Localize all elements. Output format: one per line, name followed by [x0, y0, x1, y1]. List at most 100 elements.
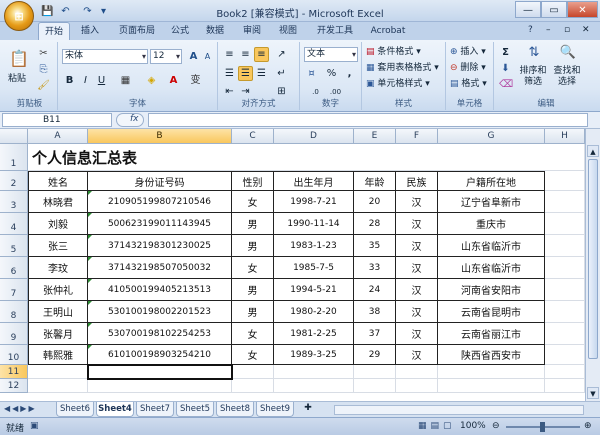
conditional-format-button[interactable]: ▤ 条件格式 ▾ — [366, 45, 421, 60]
align-bottom-icon[interactable]: ≡ — [254, 47, 269, 62]
minimize-button[interactable]: — — [515, 1, 541, 18]
table-cell[interactable]: 28 — [354, 213, 396, 235]
formula-input[interactable] — [148, 113, 588, 127]
cell[interactable] — [438, 365, 545, 379]
percent-button[interactable]: % — [324, 66, 339, 81]
table-cell[interactable]: 33 — [354, 257, 396, 279]
insert-function-icon[interactable]: fx — [130, 114, 139, 124]
column-header-f[interactable]: F — [396, 129, 438, 144]
row-header-10[interactable]: 10 — [0, 345, 28, 365]
row-header-9[interactable]: 9 — [0, 323, 28, 345]
currency-icon[interactable]: ¤ — [304, 66, 319, 81]
workbook-close-button[interactable]: ✕ — [582, 25, 590, 35]
table-cell[interactable]: 1985-7-5 — [274, 257, 354, 279]
view-buttons-icon[interactable]: ▦▤▢ — [418, 421, 456, 431]
sheet-nav-icon[interactable]: ◀◀▶▶ — [4, 404, 37, 413]
cell[interactable] — [545, 379, 585, 393]
row-header-3[interactable]: 3 — [0, 191, 28, 213]
office-button[interactable]: ⊞ — [4, 1, 34, 31]
font-name-combo[interactable]: 宋体 — [62, 49, 148, 64]
table-cell[interactable]: 山东省临沂市 — [438, 235, 545, 257]
row-header-11[interactable]: 11 — [0, 365, 28, 379]
table-header-cell[interactable]: 年龄 — [354, 171, 396, 191]
column-header-d[interactable]: D — [274, 129, 354, 144]
table-cell[interactable]: 李玟 — [28, 257, 88, 279]
table-cell[interactable]: 500623199011143945 — [88, 213, 232, 235]
scroll-down-icon[interactable]: ▼ — [587, 387, 599, 399]
table-cell[interactable]: 女 — [232, 257, 274, 279]
row-header-2[interactable]: 2 — [0, 171, 28, 191]
phonetic-icon[interactable]: 变 — [188, 73, 203, 88]
row-header-6[interactable]: 6 — [0, 257, 28, 279]
table-cell[interactable]: 男 — [232, 213, 274, 235]
fill-icon[interactable]: ⬇ — [498, 61, 513, 76]
table-header-cell[interactable]: 身份证号码 — [88, 171, 232, 191]
shrink-font-icon[interactable]: A — [200, 49, 215, 64]
select-all-corner[interactable] — [0, 129, 28, 144]
table-cell[interactable]: 刘毅 — [28, 213, 88, 235]
table-cell[interactable]: 汉 — [396, 345, 438, 365]
table-cell[interactable]: 20 — [354, 191, 396, 213]
underline-button[interactable]: U — [94, 73, 109, 88]
paste-button[interactable]: 粘贴 — [8, 72, 26, 87]
table-header-cell[interactable]: 户籍所在地 — [438, 171, 545, 191]
help-icon[interactable]: ? — [528, 25, 533, 35]
table-cell[interactable]: 山东省临沂市 — [438, 257, 545, 279]
table-cell[interactable]: 女 — [232, 191, 274, 213]
tab-home[interactable]: 开始 — [38, 22, 70, 40]
cell[interactable] — [274, 379, 354, 393]
tab-view[interactable]: 视图 — [273, 22, 303, 40]
cut-icon[interactable]: ✂ — [36, 46, 51, 61]
table-cell[interactable]: 1990-11-14 — [274, 213, 354, 235]
format-cells-button[interactable]: ▤ 格式 ▾ — [450, 77, 487, 92]
name-box[interactable]: B11 — [2, 113, 112, 127]
wrap-text-icon[interactable]: ↵ — [274, 66, 289, 81]
table-cell[interactable]: 汉 — [396, 279, 438, 301]
table-cell[interactable]: 张馨月 — [28, 323, 88, 345]
table-cell[interactable]: 38 — [354, 301, 396, 323]
align-center-icon[interactable]: ☰ — [238, 66, 253, 81]
table-cell[interactable]: 陕西省西安市 — [438, 345, 545, 365]
table-cell[interactable]: 1994-5-21 — [274, 279, 354, 301]
format-table-button[interactable]: ▦ 套用表格格式 ▾ — [366, 61, 439, 76]
sheet-title[interactable]: 个人信息汇总表 — [28, 144, 545, 171]
cell[interactable] — [545, 345, 585, 365]
cell[interactable] — [545, 171, 585, 191]
font-color-icon[interactable]: A — [166, 73, 181, 88]
table-cell[interactable]: 汉 — [396, 257, 438, 279]
zoom-in-icon[interactable]: ⊕ — [584, 421, 592, 431]
table-cell[interactable]: 辽宁省阜新市 — [438, 191, 545, 213]
cell[interactable] — [545, 257, 585, 279]
find-select-icon[interactable]: 🔍 — [558, 45, 578, 65]
bold-button[interactable]: B — [62, 73, 77, 88]
table-cell[interactable]: 1980-2-20 — [274, 301, 354, 323]
table-cell[interactable]: 汉 — [396, 235, 438, 257]
insert-cells-button[interactable]: ⊕ 插入 ▾ — [450, 45, 486, 60]
table-cell[interactable]: 女 — [232, 323, 274, 345]
row-header-1[interactable]: 1 — [0, 144, 28, 171]
table-cell[interactable]: 林晓君 — [28, 191, 88, 213]
table-cell[interactable]: 410500199405213513 — [88, 279, 232, 301]
cell[interactable] — [545, 191, 585, 213]
cell[interactable] — [545, 323, 585, 345]
ribbon-restore-button[interactable]: ▫ — [564, 25, 570, 35]
zoom-slider-thumb[interactable] — [540, 422, 545, 432]
table-cell[interactable]: 张三 — [28, 235, 88, 257]
sort-filter-icon[interactable]: ⇅ — [524, 45, 544, 65]
find-select-button[interactable]: 查找和 选择 — [552, 66, 582, 90]
table-cell[interactable]: 1998-7-21 — [274, 191, 354, 213]
table-cell[interactable]: 24 — [354, 279, 396, 301]
cell[interactable] — [88, 379, 232, 393]
paste-icon[interactable]: 📋 — [8, 46, 30, 72]
sort-filter-button[interactable]: 排序和 筛选 — [518, 66, 548, 90]
cell[interactable] — [274, 365, 354, 379]
cell[interactable] — [545, 365, 585, 379]
row-header-4[interactable]: 4 — [0, 213, 28, 235]
column-header-h[interactable]: H — [545, 129, 585, 144]
cell[interactable] — [545, 301, 585, 323]
table-cell[interactable]: 张仲礼 — [28, 279, 88, 301]
sheet-tab-sheet7[interactable]: Sheet7 — [136, 402, 174, 417]
maximize-button[interactable]: ▭ — [541, 1, 567, 18]
table-cell[interactable]: 男 — [232, 301, 274, 323]
row-header-7[interactable]: 7 — [0, 279, 28, 301]
